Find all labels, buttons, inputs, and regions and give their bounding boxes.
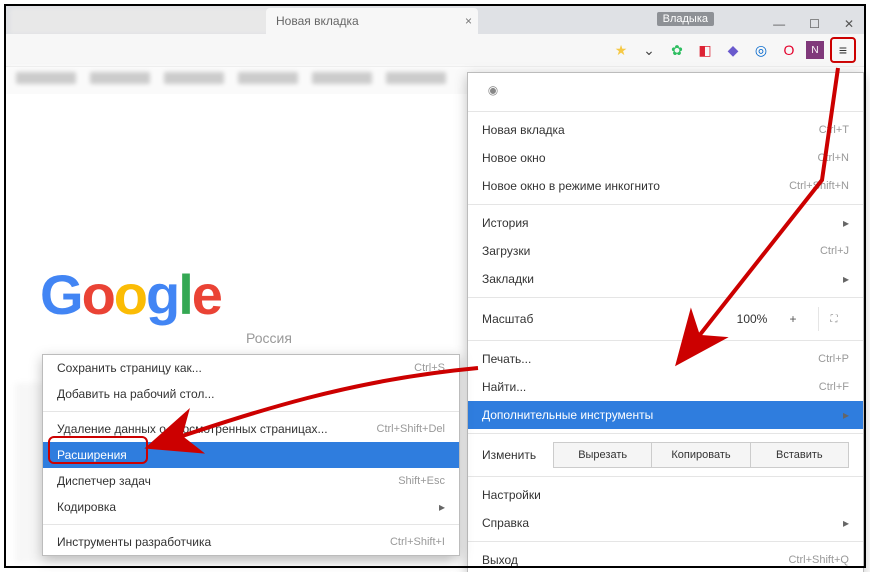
edit-label: Изменить bbox=[482, 448, 554, 462]
submenu-add-to-desktop[interactable]: Добавить на рабочий стол... bbox=[43, 381, 459, 407]
submenu-clear-browsing-data[interactable]: Удаление данных о просмотренных страница… bbox=[43, 416, 459, 442]
hamburger-menu-button[interactable]: ≡ bbox=[830, 37, 856, 63]
chevron-right-icon: ▸ bbox=[439, 500, 445, 514]
zoom-out-button[interactable]: - bbox=[696, 307, 726, 331]
cut-button[interactable]: Вырезать bbox=[553, 442, 652, 468]
submenu-task-manager[interactable]: Диспетчер задачShift+Esc bbox=[43, 468, 459, 494]
menu-incognito[interactable]: Новое окно в режиме инкогнитоCtrl+Shift+… bbox=[468, 172, 863, 200]
menu-more-tools[interactable]: Дополнительные инструменты▸ bbox=[468, 401, 863, 429]
zoom-in-button[interactable]: + bbox=[778, 307, 808, 331]
toolbar: ★ ⌄ ✿ ◧ ◆ ◎ O N ≡ bbox=[6, 34, 864, 67]
profile-chip[interactable]: Владыка bbox=[657, 12, 714, 26]
menu-cast-icon-row: ◉ bbox=[468, 73, 863, 107]
close-icon[interactable]: × bbox=[465, 14, 472, 28]
maximize-icon[interactable]: ☐ bbox=[809, 17, 820, 31]
menu-new-tab[interactable]: Новая вкладкаCtrl+T bbox=[468, 116, 863, 144]
close-window-icon[interactable]: ✕ bbox=[844, 17, 854, 31]
main-menu: ◉ Новая вкладкаCtrl+T Новое окноCtrl+N Н… bbox=[467, 72, 864, 572]
chevron-right-icon: ▸ bbox=[843, 516, 849, 530]
menu-help[interactable]: Справка▸ bbox=[468, 509, 863, 537]
menu-print[interactable]: Печать...Ctrl+P bbox=[468, 345, 863, 373]
menu-find[interactable]: Найти...Ctrl+F bbox=[468, 373, 863, 401]
submenu-extensions[interactable]: Расширения bbox=[43, 442, 459, 468]
google-logo: Google bbox=[40, 262, 221, 327]
menu-new-window[interactable]: Новое окноCtrl+N bbox=[468, 144, 863, 172]
minimize-icon[interactable]: — bbox=[773, 17, 785, 31]
fullscreen-icon[interactable]: ⛶ bbox=[818, 307, 849, 331]
copy-button[interactable]: Копировать bbox=[651, 442, 750, 468]
zoom-value: 100% bbox=[730, 312, 774, 326]
menu-settings[interactable]: Настройки bbox=[468, 481, 863, 509]
tab-inactive[interactable] bbox=[10, 8, 292, 34]
zoom-label: Масштаб bbox=[482, 312, 696, 326]
pocket-icon[interactable]: ⌄ bbox=[638, 39, 660, 61]
chevron-right-icon: ▸ bbox=[843, 272, 849, 286]
chevron-right-icon: ▸ bbox=[843, 216, 849, 230]
menu-downloads[interactable]: ЗагрузкиCtrl+J bbox=[468, 237, 863, 265]
google-logo-sub: Россия bbox=[246, 330, 292, 346]
menu-edit-row: Изменить Вырезать Копировать Вставить bbox=[468, 438, 863, 472]
star-icon[interactable]: ★ bbox=[610, 39, 632, 61]
more-tools-submenu: Сохранить страницу как...Ctrl+S Добавить… bbox=[42, 354, 460, 556]
extension-purple-icon[interactable]: ◆ bbox=[722, 39, 744, 61]
menu-exit[interactable]: ВыходCtrl+Shift+Q bbox=[468, 546, 863, 572]
menu-bookmarks[interactable]: Закладки▸ bbox=[468, 265, 863, 293]
onenote-icon[interactable]: N bbox=[806, 41, 824, 59]
cast-icon[interactable]: ◉ bbox=[482, 83, 504, 97]
submenu-save-as[interactable]: Сохранить страницу как...Ctrl+S bbox=[43, 355, 459, 381]
tab-active[interactable]: Новая вкладка × bbox=[266, 8, 478, 34]
menu-history[interactable]: История▸ bbox=[468, 209, 863, 237]
tab-strip: Новая вкладка × Владыка — ☐ ✕ bbox=[6, 6, 864, 34]
submenu-devtools[interactable]: Инструменты разработчикаCtrl+Shift+I bbox=[43, 529, 459, 555]
evernote-icon[interactable]: ✿ bbox=[666, 39, 688, 61]
submenu-encoding[interactable]: Кодировка▸ bbox=[43, 494, 459, 520]
opera-icon[interactable]: O bbox=[778, 39, 800, 61]
extension-badge-icon[interactable]: ◧ bbox=[694, 39, 716, 61]
tab-title: Новая вкладка bbox=[276, 14, 359, 28]
chevron-right-icon: ▸ bbox=[843, 408, 849, 422]
paste-button[interactable]: Вставить bbox=[750, 442, 849, 468]
extension-video-icon[interactable]: ◎ bbox=[750, 39, 772, 61]
menu-zoom-row: Масштаб - 100% + ⛶ bbox=[468, 302, 863, 336]
